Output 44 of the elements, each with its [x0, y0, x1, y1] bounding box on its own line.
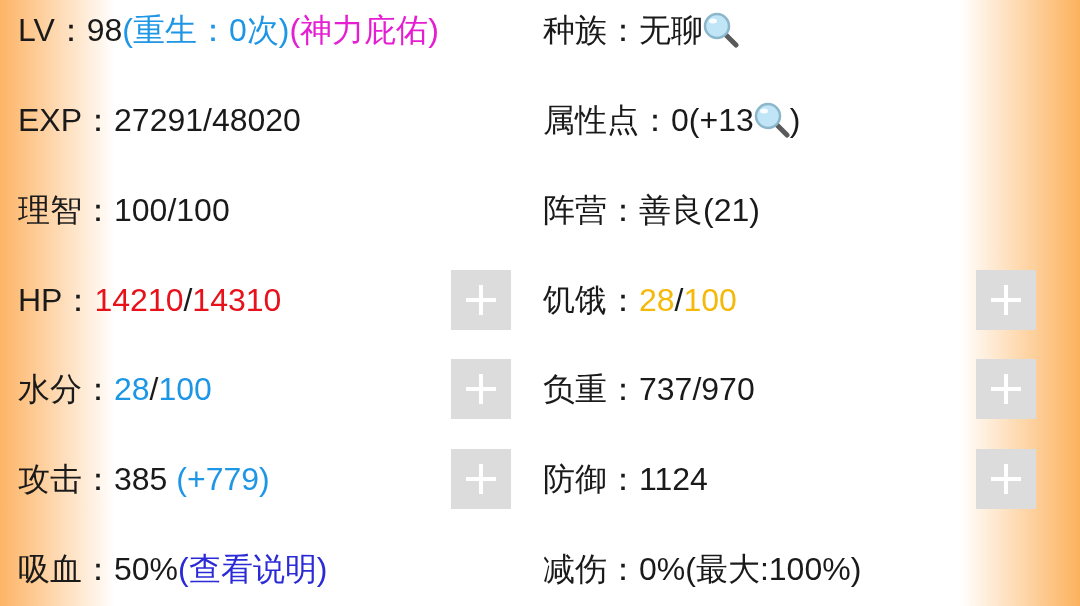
stat-value: 100/100: [114, 190, 230, 230]
stat-value: 14210/14310: [94, 280, 282, 320]
stat-label: HP：: [18, 280, 95, 320]
plus-icon: [991, 284, 1021, 315]
plus-icon: [466, 374, 496, 405]
stat-label: 水分：: [18, 370, 114, 410]
stat-label: 种族：: [543, 11, 639, 50]
stat-value: 28/100: [639, 280, 737, 320]
stat-label: 负重：: [543, 370, 639, 410]
stat-label: 理智：: [18, 190, 114, 230]
stat-label: 防御：: [543, 460, 639, 500]
plus-icon: [466, 464, 496, 495]
stat-label: 属性点：: [543, 100, 671, 140]
stat-value: 无聊: [639, 11, 703, 50]
stat-label: 吸血：: [18, 550, 114, 590]
stat-value: 50%: [114, 550, 179, 590]
stat-value: 善良(21): [639, 190, 760, 230]
plus-icon: [991, 374, 1021, 405]
stat-value: 28/100: [114, 370, 212, 410]
add-button[interactable]: [976, 269, 1036, 330]
stat-value: 0%(最大:100%): [639, 550, 862, 590]
stat-value: 737/970: [639, 370, 755, 410]
stat-value: 27291/48020: [114, 100, 301, 140]
stat-label: 阵营：: [543, 190, 639, 230]
search-icon[interactable]: [703, 12, 739, 48]
search-icon[interactable]: [753, 101, 790, 138]
stat-value: 98(重生：0次)(神力庇佑): [86, 11, 439, 50]
stat-value: ): [789, 100, 801, 140]
plus-icon: [991, 464, 1021, 495]
add-button[interactable]: [976, 359, 1036, 420]
stat-label: 饥饿：: [543, 280, 639, 320]
stat-label: LV：: [18, 11, 87, 50]
add-button[interactable]: [451, 359, 511, 420]
stat-value: 0(+13: [671, 100, 754, 140]
add-button[interactable]: [451, 449, 511, 510]
plus-icon: [466, 284, 496, 315]
stat-label: 攻击：: [18, 460, 114, 500]
stat-label: 减伤：: [543, 550, 639, 590]
add-button[interactable]: [976, 449, 1036, 510]
info-link[interactable]: (查看说明): [178, 549, 328, 590]
stat-value: 385 (+779): [114, 460, 270, 500]
add-button[interactable]: [451, 269, 511, 330]
stat-label: EXP：: [18, 100, 115, 140]
stat-value: 1124: [639, 460, 708, 500]
